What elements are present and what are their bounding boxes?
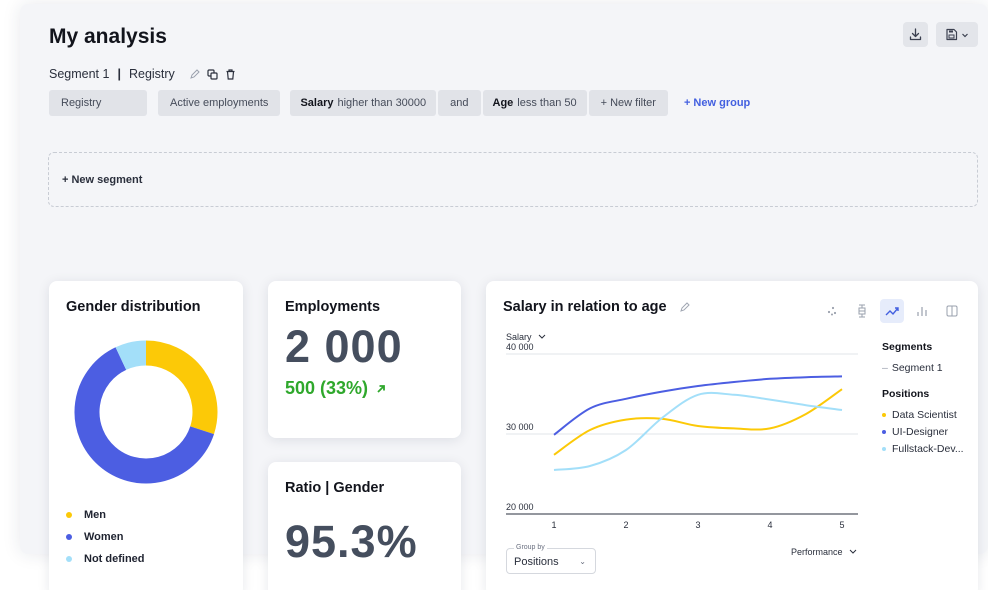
employments-value: 2 000 [285,321,403,372]
legend-position-item: UI-Designer [882,423,964,440]
women-dot [66,534,72,540]
split-view-button[interactable] [940,299,964,323]
legend-position-item: Data Scientist [882,406,964,423]
save-menu-button[interactable] [936,22,978,47]
legend-label: Not defined [84,553,145,565]
segment-actions [189,68,236,80]
x-tick-label: 5 [839,520,844,530]
group-by-value: Positions [514,556,559,568]
download-icon [909,28,922,41]
series-dot [882,446,886,451]
employments-card: Employments 2 000 500 (33%) [268,281,461,438]
segment-row: Segment 1 | Registry [49,67,236,81]
filter-field-age: Age [492,97,514,109]
series-dot [882,412,886,417]
series-line-data-scientist [553,388,843,456]
legend-item-men: Men [66,504,145,526]
split-panel-icon [946,305,958,317]
filter-conjunction[interactable]: and [438,90,481,116]
x-tick-label: 4 [767,520,772,530]
metric-dropdown[interactable]: Performance [791,547,857,557]
segment-separator: | [117,67,121,81]
filter-chip-registry[interactable]: Registry [49,90,147,116]
gender-card-title: Gender distribution [66,299,201,315]
filter-field-salary: Salary [300,97,334,109]
top-actions [903,22,978,47]
employments-delta: 500 (33%) [285,378,386,399]
not-defined-dot [66,556,72,562]
y-tick-label: 20 000 [506,502,534,512]
dash-marker: – [882,361,888,374]
legend-segment-item: – Segment 1 [882,359,964,376]
new-segment-button[interactable]: + New segment [48,152,978,207]
gender-legend: Men Women Not defined [66,504,145,570]
filter-condition-age: less than 50 [517,97,577,109]
bar-chart-icon [917,307,927,316]
page-title: My analysis [49,25,167,48]
filter-chip-active-employments[interactable]: Active employments [158,90,281,116]
legend-label: Men [84,509,106,521]
segment-source[interactable]: Registry [129,67,175,81]
duplicate-icon[interactable] [207,68,218,80]
y-tick-label: 30 000 [506,422,534,432]
x-tick-label: 2 [623,520,628,530]
legend-position-label: Data Scientist [892,408,957,421]
x-tick-label: 3 [695,520,700,530]
ratio-card-title: Ratio | Gender [285,480,385,496]
legend-position-item: Fullstack-Dev... [882,440,964,457]
chart-legend: Segments – Segment 1 Positions Data Scien… [882,341,964,457]
trend-line-icon [885,307,899,316]
metric-label: Performance [791,547,843,557]
filter-row: Registry Active employments Salary highe… [49,90,750,116]
legend-position-label: UI-Designer [892,425,949,438]
chevron-down-icon: ⌄ [579,557,586,566]
download-button[interactable] [903,22,928,47]
chevron-down-icon [849,549,857,554]
chevron-down-icon [962,33,968,37]
group-by-label: Group by [514,544,547,551]
legend-label: Women [84,531,124,543]
trash-icon[interactable] [225,68,236,80]
segment-name[interactable]: Segment 1 [49,67,109,81]
group-by-select[interactable]: Group by Positions ⌄ [506,544,596,574]
filter-condition-salary: higher than 30000 [337,97,427,109]
salary-line-chart: 20 000 30 000 40 000 1 2 3 4 5 [506,342,858,530]
series-dot [882,429,886,434]
delta-text: 500 (33%) [285,378,369,398]
donut-slice-men [145,340,218,435]
donut-slice-not-defined [115,340,147,371]
gender-distribution-card: Gender distribution Men Women Not define… [49,281,243,590]
ratio-gender-card: Ratio | Gender 95.3% [268,462,461,590]
legend-item-women: Women [66,526,145,548]
bar-chart-button[interactable] [910,299,934,323]
legend-position-label: Fullstack-Dev... [892,442,964,455]
salary-age-card: Salary in relation to age Salary 20 000 3… [486,281,978,590]
legend-segments-header: Segments [882,341,933,353]
y-tick-label: 40 000 [506,342,534,352]
men-dot [66,512,72,518]
arrow-up-right-icon [377,384,385,393]
new-group-button[interactable]: + New group [684,97,750,109]
x-tick-label: 1 [551,520,556,530]
legend-positions-header: Positions [882,388,930,400]
ratio-value: 95.3% [285,516,418,567]
employments-card-title: Employments [285,299,381,315]
legend-segment-label: Segment 1 [891,361,943,374]
filter-chip-age[interactable]: Age less than 50 [482,90,587,116]
edit-pencil-icon[interactable] [189,68,200,80]
new-filter-button[interactable]: + New filter [588,90,668,116]
gender-donut-chart [74,340,218,484]
legend-item-not-defined: Not defined [66,548,145,570]
save-icon [946,28,958,41]
filter-chip-salary[interactable]: Salary higher than 30000 [290,90,437,116]
